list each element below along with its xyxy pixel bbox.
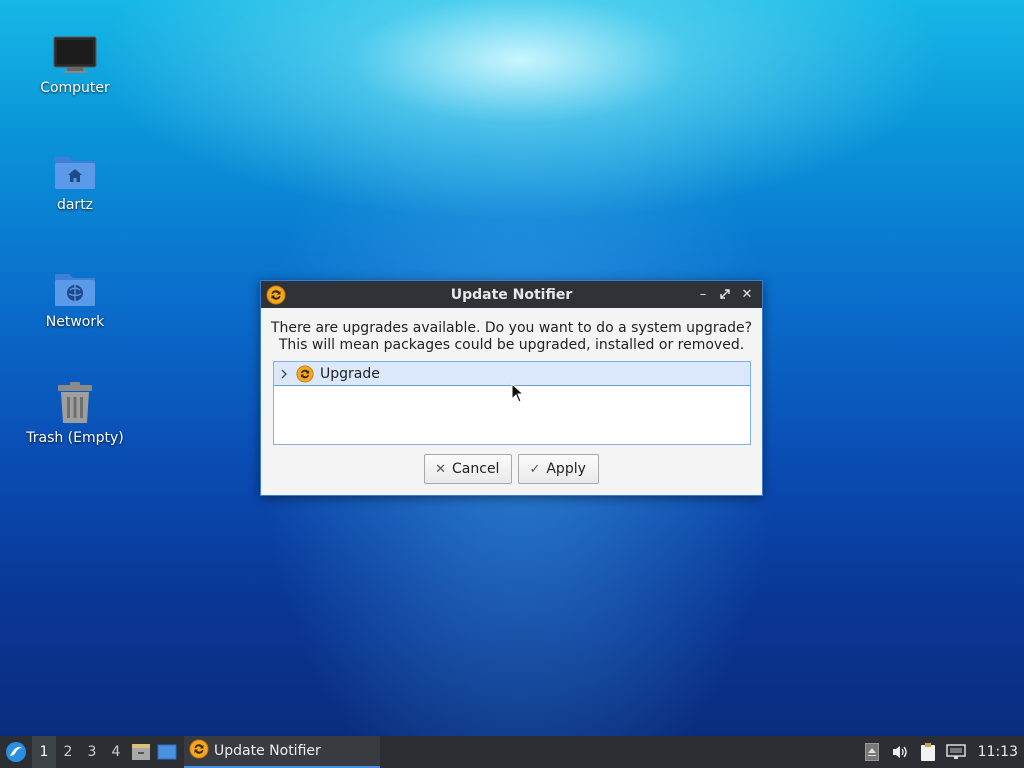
desktop-icon-label: dartz <box>56 197 94 213</box>
workspace-4[interactable]: 4 <box>104 736 128 768</box>
taskbar: 1 2 3 4 Update Notifier 11:13 <box>0 736 1024 768</box>
clock[interactable]: 11:13 <box>970 744 1024 760</box>
mouse-pointer-icon <box>511 382 525 407</box>
desktop-icon-network[interactable]: Network <box>15 256 135 330</box>
close-icon: ✕ <box>435 461 447 477</box>
desktop-icon-trash[interactable]: Trash (Empty) <box>15 372 135 446</box>
workspace-3[interactable]: 3 <box>80 736 104 768</box>
network-folder-icon <box>53 256 97 308</box>
workspace-2[interactable]: 2 <box>56 736 80 768</box>
eject-icon[interactable] <box>858 736 886 768</box>
task-update-notifier[interactable]: Update Notifier <box>184 736 380 768</box>
volume-icon[interactable] <box>886 736 914 768</box>
checkmark-icon: ✓ <box>529 461 541 477</box>
desktop-icon-label: Trash (Empty) <box>26 430 124 446</box>
close-icon[interactable]: ✕ <box>738 285 756 303</box>
desktop-icon-label: Network <box>45 314 105 330</box>
dialog-button-bar: ✕ Cancel ✓ Apply <box>261 454 762 484</box>
desktop-icon-computer[interactable]: Computer <box>15 22 135 96</box>
desktop-icon-dartz[interactable]: dartz <box>15 139 135 213</box>
desktop-icon <box>157 744 177 760</box>
start-menu-button[interactable] <box>0 736 32 768</box>
file-manager-launcher[interactable] <box>128 736 154 768</box>
task-label: Update Notifier <box>214 743 321 759</box>
lubuntu-logo-icon <box>6 742 26 762</box>
cancel-button-label: Cancel <box>452 461 500 477</box>
minimize-icon[interactable]: – <box>694 285 712 303</box>
file-manager-icon <box>132 744 150 760</box>
tree-row-label: Upgrade <box>320 365 380 382</box>
apply-button-label: Apply <box>546 461 586 477</box>
network-status-icon[interactable] <box>942 736 970 768</box>
update-icon <box>296 364 314 383</box>
update-icon <box>266 285 286 309</box>
system-tray: 11:13 <box>858 736 1024 768</box>
show-desktop-button[interactable] <box>154 736 180 768</box>
workspace-1[interactable]: 1 <box>32 736 56 768</box>
maximize-icon[interactable] <box>716 285 734 303</box>
apply-button[interactable]: ✓ Apply <box>518 454 599 484</box>
chevron-right-icon[interactable] <box>274 369 294 379</box>
update-icon <box>189 739 209 763</box>
desktop-icon-label: Computer <box>40 80 110 96</box>
dialog-title: Update Notifier <box>450 286 573 303</box>
cancel-button[interactable]: ✕ Cancel <box>424 454 513 484</box>
dialog-titlebar[interactable]: Update Notifier – ✕ <box>261 281 762 308</box>
trash-icon <box>55 372 95 424</box>
message-line-1: There are upgrades available. Do you wan… <box>270 320 753 336</box>
message-line-2: This will mean packages could be upgrade… <box>278 337 745 353</box>
clipboard-icon[interactable] <box>914 736 942 768</box>
computer-icon <box>53 22 97 74</box>
home-folder-icon <box>53 139 97 191</box>
